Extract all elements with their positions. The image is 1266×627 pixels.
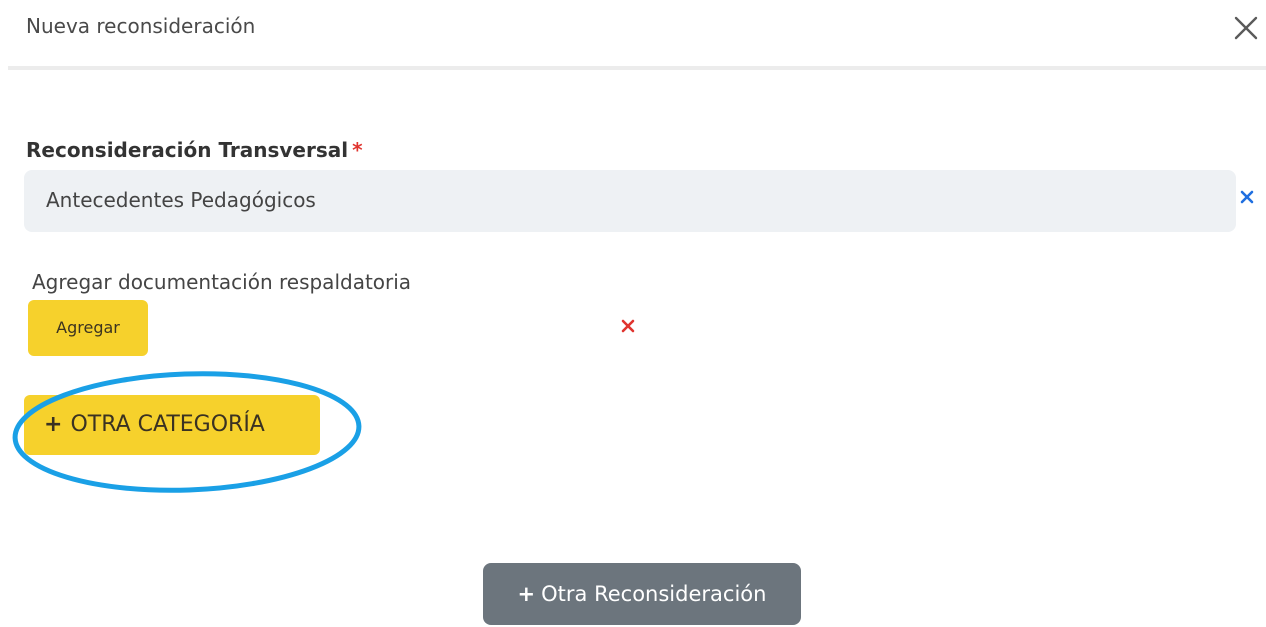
otra-reconsideracion-button[interactable]: + Otra Reconsideración bbox=[483, 563, 801, 625]
plus-icon: + bbox=[44, 412, 63, 437]
plus-icon: + bbox=[517, 582, 536, 606]
modal-title: Nueva reconsideración bbox=[26, 14, 256, 38]
otra-categoria-button[interactable]: + OTRA CATEGORÍA bbox=[24, 395, 320, 455]
transversal-label: Reconsideración Transversal * bbox=[26, 138, 363, 162]
otra-categoria-label: OTRA CATEGORÍA bbox=[70, 412, 265, 437]
modal-dialog: Nueva reconsideración Reconsideración Tr… bbox=[0, 0, 1266, 627]
required-marker: * bbox=[352, 138, 363, 162]
otra-reconsideracion-label: Otra Reconsideración bbox=[541, 582, 767, 606]
remove-x-icon[interactable] bbox=[620, 318, 636, 334]
close-icon[interactable] bbox=[1230, 12, 1262, 44]
header-divider bbox=[8, 66, 1266, 70]
transversal-label-text: Reconsideración Transversal bbox=[26, 138, 349, 162]
documentacion-label: Agregar documentación respaldatoria bbox=[32, 270, 412, 294]
transversal-selected-value: Antecedentes Pedagógicos bbox=[46, 188, 316, 212]
clear-x-icon[interactable] bbox=[1239, 189, 1255, 205]
transversal-select[interactable]: Antecedentes Pedagógicos bbox=[24, 170, 1236, 232]
agregar-button[interactable]: Agregar bbox=[28, 300, 148, 356]
annotation-ellipse bbox=[12, 371, 362, 493]
